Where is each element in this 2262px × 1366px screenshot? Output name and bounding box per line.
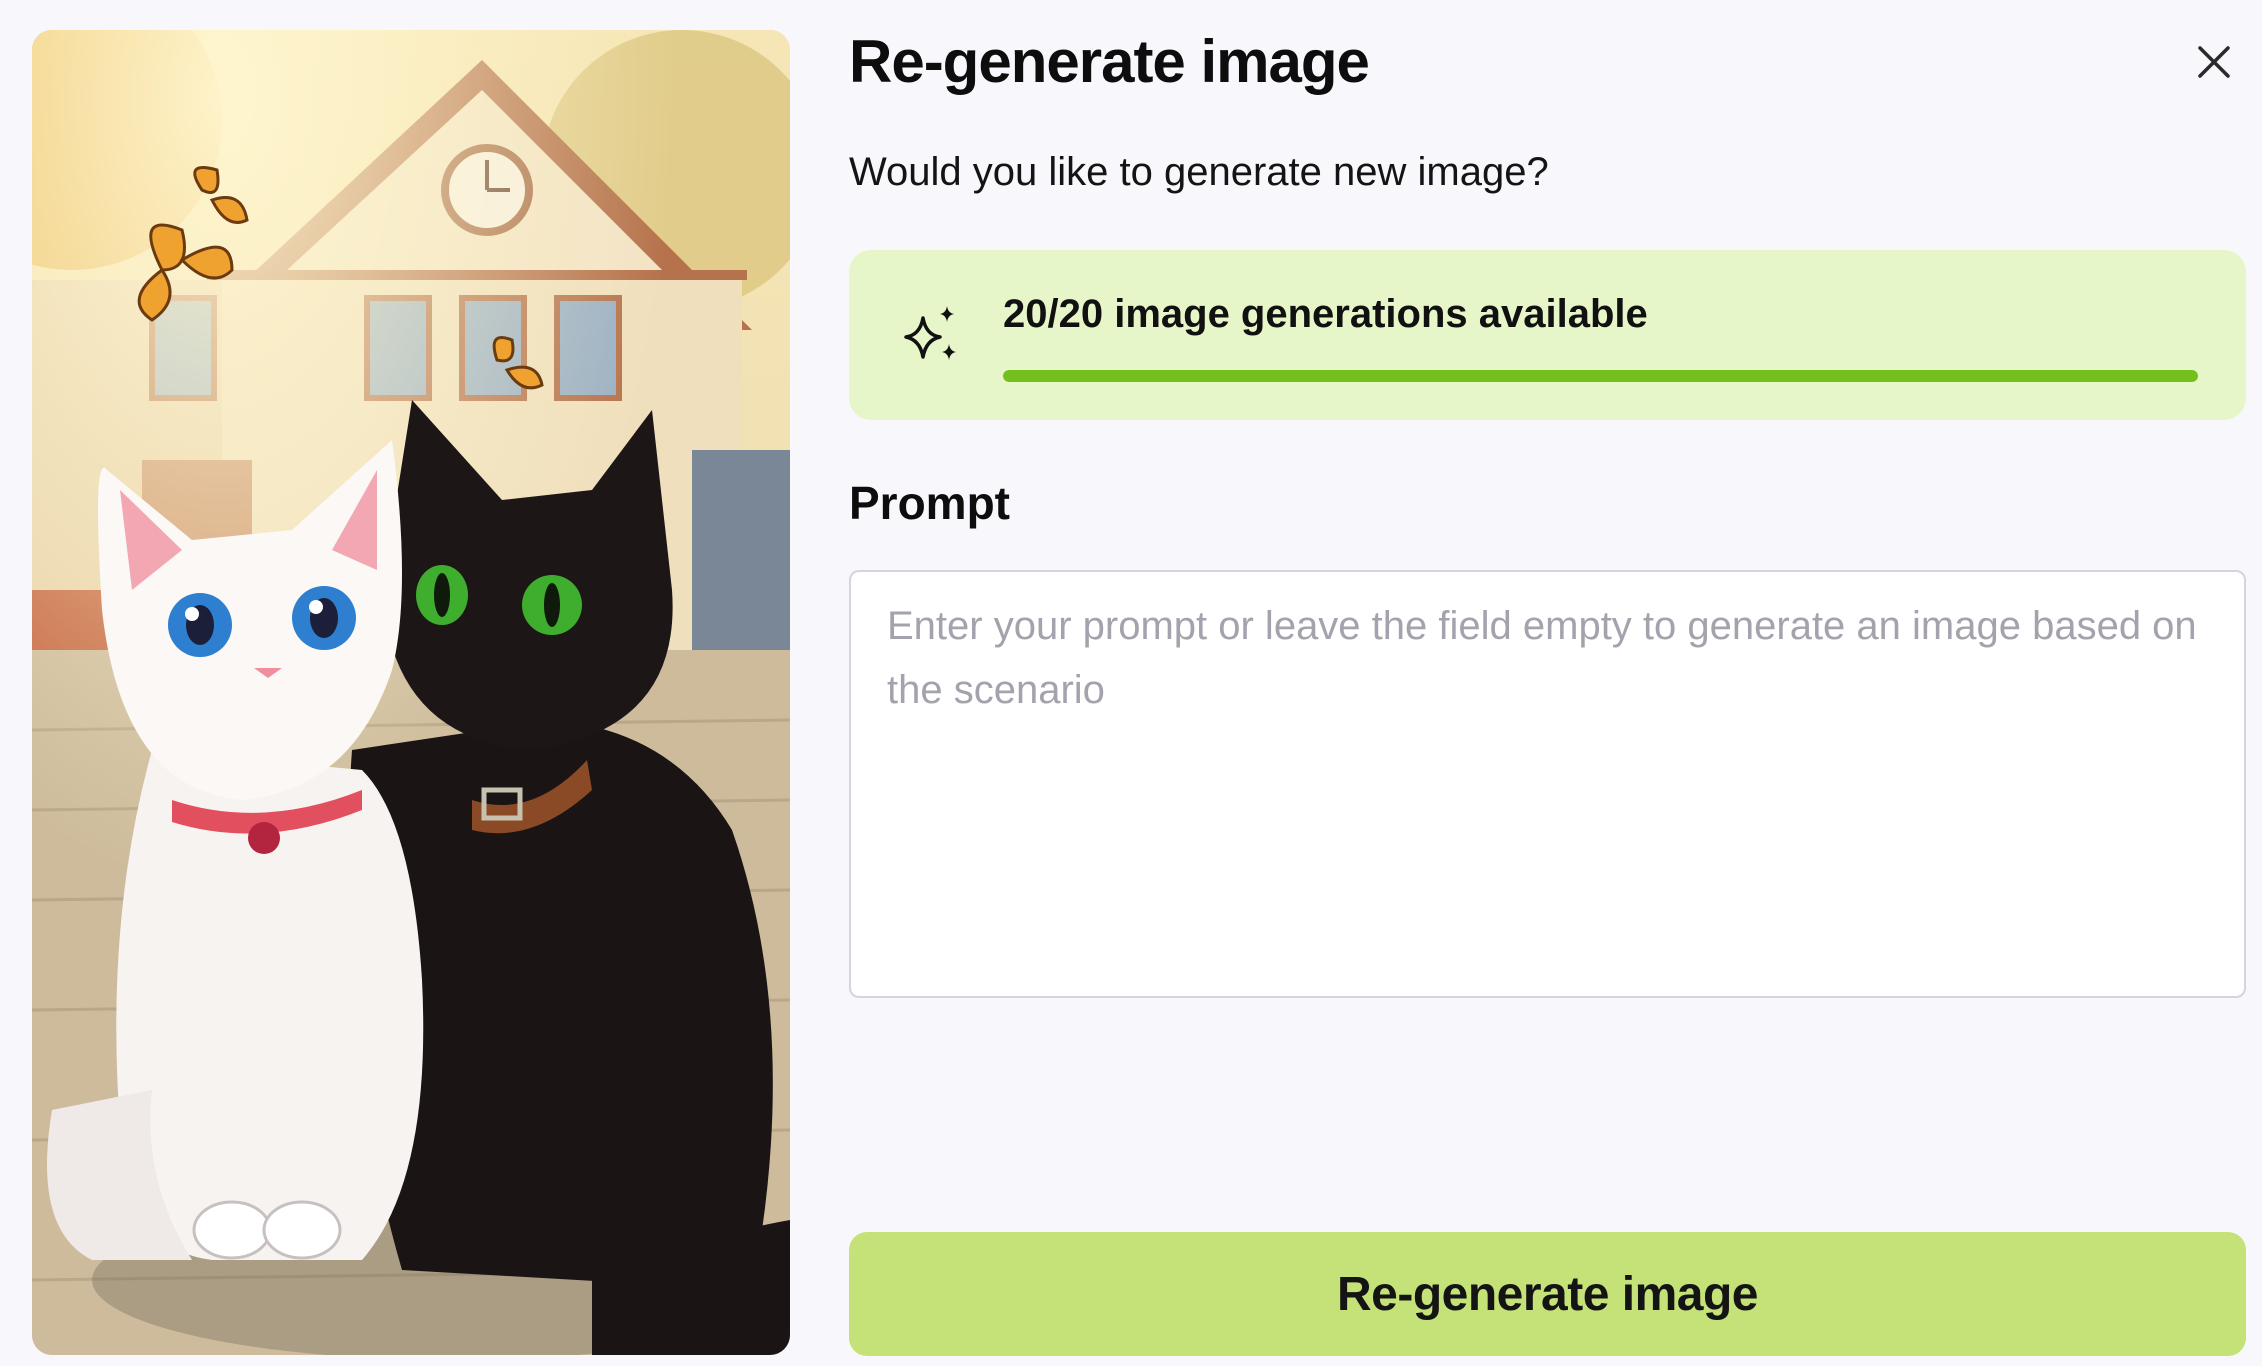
generation-quota-progress-fill	[1003, 370, 2198, 382]
prompt-label: Prompt	[849, 477, 1010, 529]
dialog-title: Re-generate image	[849, 28, 1370, 95]
close-icon	[2198, 46, 2230, 78]
cats-illustration	[32, 30, 790, 1355]
regenerate-image-button[interactable]: Re-generate image	[849, 1232, 2246, 1356]
generation-quota-progress	[1003, 370, 2198, 382]
close-button[interactable]	[2182, 30, 2246, 94]
generation-quota-card: 20/20 image generations available	[849, 250, 2246, 420]
prompt-input[interactable]	[849, 570, 2246, 998]
dialog-subtitle: Would you like to generate new image?	[849, 150, 1549, 194]
sparkles-icon	[904, 306, 956, 360]
generated-image-preview	[32, 30, 790, 1355]
regenerate-image-dialog: Re-generate image Would you like to gene…	[0, 0, 2262, 1366]
generation-quota-text: 20/20 image generations available	[1003, 292, 1648, 336]
dialog-content: Re-generate image Would you like to gene…	[849, 0, 2246, 1366]
